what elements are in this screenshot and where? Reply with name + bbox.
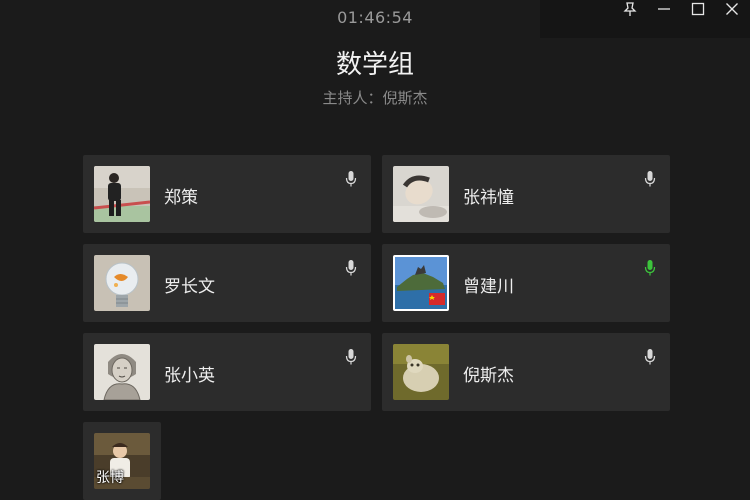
participant-card[interactable]: 倪斯杰 — [382, 333, 670, 411]
participant-name: 曾建川 — [463, 277, 514, 297]
mic-icon[interactable] — [644, 170, 656, 188]
participant-name: 张祎憧 — [463, 188, 514, 208]
mic-icon[interactable] — [345, 348, 357, 366]
group-title: 数学组 — [335, 50, 414, 80]
meeting-timer: 01:46:54 — [337, 8, 413, 27]
participant-card[interactable]: 张祎憧 — [382, 155, 670, 233]
avatar — [393, 166, 449, 222]
participant-name: 郑策 — [164, 188, 198, 208]
participant-card-compact[interactable]: 张博 — [83, 422, 161, 500]
participant-name: 罗长文 — [164, 277, 215, 297]
participant-card[interactable]: 罗长文 — [83, 244, 371, 322]
avatar — [393, 344, 449, 400]
avatar — [94, 255, 150, 311]
participant-name: 张小英 — [164, 366, 215, 386]
meeting-window: 01:46:54 数学组 主持人：倪斯杰 郑策 张祎憧 罗长文 曾建川 张小英 … — [0, 0, 750, 500]
mic-icon[interactable] — [345, 170, 357, 188]
avatar — [94, 344, 150, 400]
participant-card[interactable]: 曾建川 — [382, 244, 670, 322]
host-label: 主持人：倪斯杰 — [322, 89, 428, 107]
participant-card[interactable]: 郑策 — [83, 155, 371, 233]
participant-name: 倪斯杰 — [463, 366, 514, 386]
mic-icon[interactable] — [644, 348, 656, 366]
avatar — [393, 255, 449, 311]
avatar: 张博 — [94, 433, 150, 489]
mic-icon[interactable] — [644, 259, 656, 277]
participant-card[interactable]: 张小英 — [83, 333, 371, 411]
mic-icon[interactable] — [345, 259, 357, 277]
avatar — [94, 166, 150, 222]
participant-name: 张博 — [96, 470, 124, 486]
